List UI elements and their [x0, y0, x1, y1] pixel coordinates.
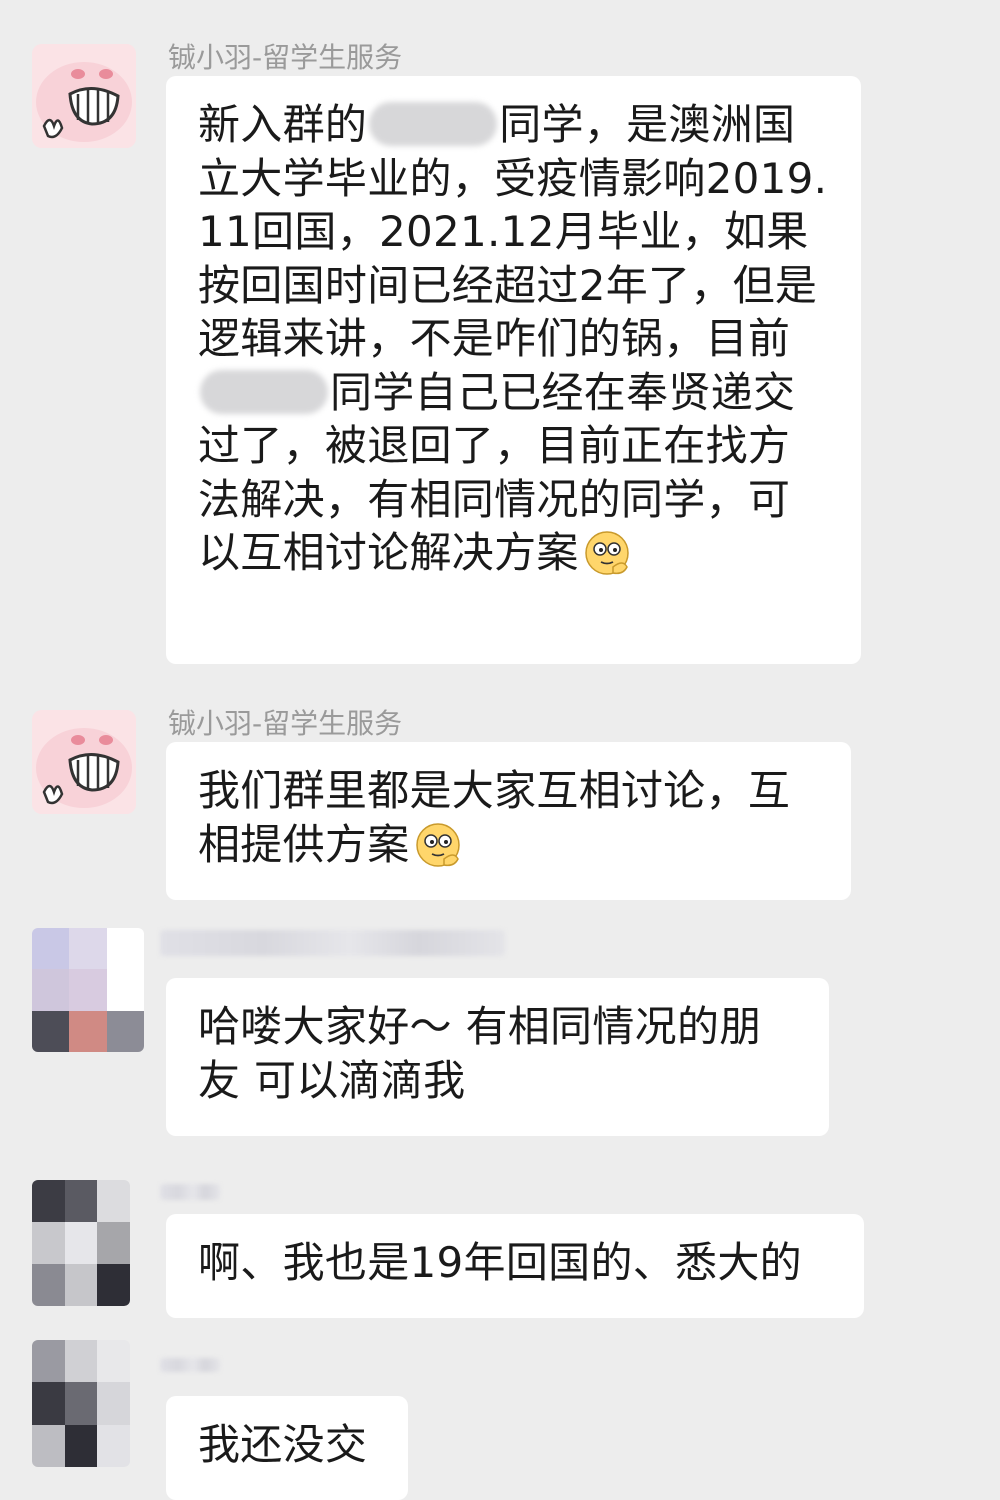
- message-bubble[interactable]: 啊、我也是19年回国的、悉大的: [166, 1214, 864, 1318]
- message-text-segment: 我们群里都是大家互相讨论，互相提供方案: [198, 766, 791, 869]
- sender-name-blurred: [160, 1184, 220, 1200]
- sender-name-blurred: [160, 930, 505, 956]
- redacted-name: [369, 102, 498, 146]
- message-text-segment: 哈喽大家好～ 有相同情况的朋友 可以滴滴我: [198, 1002, 762, 1105]
- message-text: 哈喽大家好～ 有相同情况的朋友 可以滴滴我: [198, 1000, 799, 1107]
- sender-name-blurred: [160, 1358, 220, 1372]
- avatar-mosaic-tile: [32, 1382, 65, 1425]
- avatar[interactable]: [32, 1180, 130, 1306]
- avatar-mosaic-tile: [97, 1264, 130, 1306]
- avatar-mosaic-tile: [64, 1424, 98, 1467]
- message-text: 啊、我也是19年回国的、悉大的: [198, 1236, 834, 1290]
- avatar-mosaic-tile: [32, 1180, 65, 1222]
- avatar-mosaic-tile: [106, 1010, 144, 1052]
- avatar[interactable]: [32, 710, 136, 814]
- avatar-mosaic-tile: [97, 1340, 130, 1383]
- avatar[interactable]: [32, 928, 144, 1052]
- avatar-mosaic-tile: [64, 1340, 98, 1383]
- message-text: 我们群里都是大家互相讨论，互相提供方案: [198, 764, 821, 871]
- avatar-mosaic-tile: [32, 928, 70, 970]
- avatar-mosaic-tile: [106, 928, 144, 970]
- avatar[interactable]: [32, 1340, 130, 1467]
- avatar-mosaic-tile: [32, 1264, 65, 1306]
- avatar-mosaic-tile: [97, 1382, 130, 1425]
- message-bubble[interactable]: 新入群的 同学，是澳洲国立大学毕业的，受疫情影响2019.11回国，2021.12…: [166, 76, 861, 664]
- avatar-mosaic-tile: [69, 1010, 107, 1052]
- redacted-name: [200, 369, 328, 414]
- avatar-mosaic-tile: [32, 1340, 65, 1383]
- sender-name: 铖小羽-留学生服务: [168, 41, 403, 74]
- avatar-mosaic-tile: [106, 969, 144, 1011]
- message-text: 新入群的 同学，是澳洲国立大学毕业的，受疫情影响2019.11回国，2021.12…: [198, 98, 831, 580]
- message-text-segment: 新入群的: [198, 100, 368, 149]
- avatar-mosaic-tile: [97, 1222, 130, 1264]
- message-text: 我还没交: [198, 1418, 378, 1472]
- message-text-segment: 啊、我也是19年回国的、悉大的: [198, 1238, 802, 1287]
- sender-name: 铖小羽-留学生服务: [168, 707, 403, 740]
- avatar-mosaic-tile: [64, 1222, 98, 1264]
- message-text-segment: 我还没交: [198, 1420, 368, 1469]
- avatar-mosaic-tile: [69, 928, 107, 970]
- avatar-mosaic-tile: [32, 1222, 65, 1264]
- avatar-mosaic-tile: [32, 1010, 70, 1052]
- avatar-mosaic-tile: [64, 1382, 98, 1425]
- avatar-mosaic-tile: [32, 969, 70, 1011]
- smirk-emoji: [583, 529, 631, 577]
- avatar-mosaic-tile: [64, 1180, 98, 1222]
- pig-avatar-icon: [32, 710, 136, 814]
- message-bubble[interactable]: 哈喽大家好～ 有相同情况的朋友 可以滴滴我: [166, 978, 829, 1136]
- avatar-mosaic-tile: [32, 1424, 65, 1467]
- avatar-mosaic-tile: [97, 1180, 130, 1222]
- avatar-mosaic-tile: [69, 969, 107, 1011]
- message-bubble[interactable]: 我们群里都是大家互相讨论，互相提供方案: [166, 742, 851, 900]
- smirk-emoji: [414, 821, 462, 869]
- avatar-mosaic-tile: [64, 1264, 98, 1306]
- avatar[interactable]: [32, 44, 136, 148]
- pig-avatar-icon: [32, 44, 136, 148]
- message-bubble[interactable]: 我还没交: [166, 1396, 408, 1500]
- avatar-mosaic-tile: [97, 1424, 130, 1467]
